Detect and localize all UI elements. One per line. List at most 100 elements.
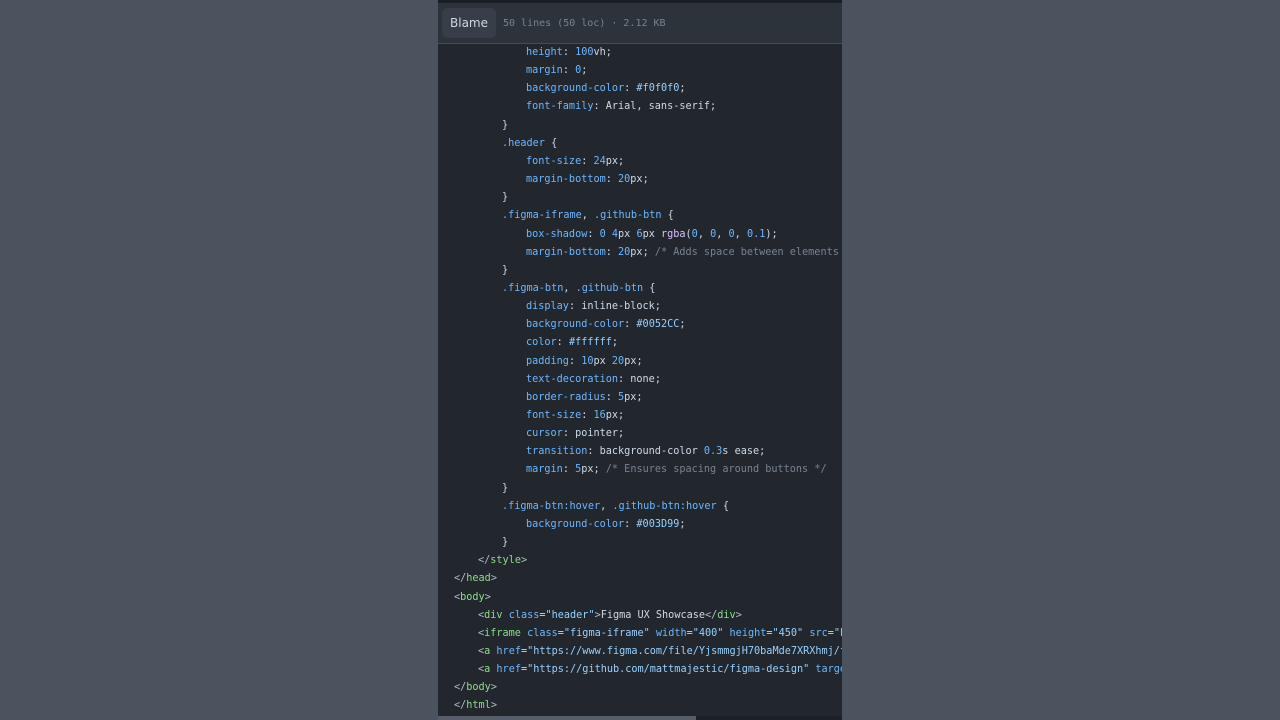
- code-token-plain: }: [502, 264, 509, 276]
- code-token-property: cursor: [526, 428, 563, 440]
- code-token-property: color: [526, 337, 557, 349]
- code-token-string: #003D99: [636, 518, 680, 530]
- code-token-punctuation: >: [520, 555, 528, 567]
- code-token-property: background-color: [526, 319, 625, 331]
- code-token-property: display: [526, 301, 569, 313]
- code-line: }: [502, 117, 508, 135]
- code-token-plain: ;: [679, 518, 686, 530]
- code-token-attribute: target: [815, 664, 842, 676]
- code-token-plain: );: [765, 228, 778, 240]
- code-token-plain: : background-color: [587, 446, 704, 458]
- code-area[interactable]: height: 100vh; margin: 0; background-color…: [438, 44, 842, 716]
- code-token-plain: :: [624, 83, 637, 95]
- code-line: background-color: #003D99;: [526, 516, 686, 534]
- code-token-string: #0052CC: [636, 319, 680, 331]
- code-token-plain: ,: [716, 228, 729, 240]
- code-line: height: 100vh;: [526, 44, 612, 62]
- code-token-property: font-family: [526, 101, 594, 113]
- code-token-attribute: height: [729, 627, 767, 639]
- code-token-tag: style: [490, 555, 521, 567]
- code-token-plain: :: [587, 228, 600, 240]
- code-token-selector: .header: [502, 137, 545, 149]
- code-token-selector: .github-btn:hover: [612, 500, 717, 512]
- code-line: </style>: [478, 552, 527, 570]
- code-line: }: [502, 480, 508, 498]
- code-token-plain: ,: [697, 228, 711, 240]
- code-token-attribute: width: [655, 627, 687, 639]
- code-token-attribute: class: [527, 627, 558, 639]
- code-token-tag: body: [460, 591, 485, 603]
- code-token-string: "figma-iframe": [563, 627, 650, 639]
- code-token-property: height: [526, 47, 563, 58]
- code-token-property: margin: [526, 464, 563, 476]
- code-line: cursor: pointer;: [526, 425, 624, 443]
- code-token-plain: :: [581, 155, 594, 167]
- code-viewer: Blame 50 lines (50 loc) · 2.12 KB height…: [438, 0, 842, 720]
- code-line: margin: 0;: [526, 62, 587, 80]
- code-token-comment: /* Adds space between elements *: [654, 246, 842, 258]
- code-token-plain: ,: [734, 228, 747, 240]
- code-token-plain: }: [502, 537, 509, 549]
- code-token-tag: div: [484, 609, 503, 621]
- code-token-plain: ;: [679, 83, 686, 95]
- code-token-plain: :: [624, 518, 637, 530]
- code-token-string: "https://github.com/mattmajestic/figma-d…: [527, 664, 810, 676]
- code-token-plain: px;: [605, 410, 625, 421]
- code-token-plain: ;: [581, 65, 588, 77]
- code-token-punctuation: >: [484, 591, 491, 603]
- code-line: <body>: [454, 589, 491, 607]
- code-token-plain: :: [562, 65, 576, 77]
- code-token-plain: {: [716, 500, 729, 512]
- code-token-number: 0 4: [599, 228, 619, 240]
- code-token-attribute: src: [809, 627, 828, 639]
- code-token-number: 0.1: [746, 228, 766, 240]
- code-line: .figma-btn:hover, .github-btn:hover {: [502, 498, 729, 516]
- scrollbar-thumb[interactable]: [438, 716, 696, 720]
- code-token-punctuation: </: [705, 609, 718, 621]
- code-line: .figma-btn, .github-btn {: [502, 280, 655, 298]
- code-token-plain: {: [544, 137, 558, 149]
- code-token-plain: s ease;: [722, 446, 766, 458]
- code-token-string: #ffffff: [568, 337, 612, 349]
- code-line: }: [502, 262, 508, 280]
- code-token-plain: :: [556, 337, 569, 349]
- code-token-plain: :: [581, 410, 594, 421]
- horizontal-scrollbar[interactable]: [438, 716, 842, 720]
- code-line: <a href="https://www.figma.com/file/Yjsm…: [478, 643, 842, 661]
- code-token-plain: {: [643, 282, 656, 294]
- code-line: }: [502, 189, 508, 207]
- code-token-property: font-size: [526, 410, 582, 421]
- code-token-plain: px;: [581, 464, 606, 476]
- code-token-number: 24: [593, 155, 606, 167]
- code-token-selector: .figma-btn: [502, 282, 564, 294]
- code-token-property: font-size: [526, 155, 582, 167]
- code-token-string: "450": [772, 627, 804, 639]
- code-line: background-color: #f0f0f0;: [526, 80, 686, 98]
- code-line: border-radius: 5px;: [526, 389, 643, 407]
- code-token-tag: div: [717, 609, 736, 621]
- code-line: padding: 10px 20px;: [526, 353, 643, 371]
- code-token-property: background-color: [526, 518, 625, 530]
- code-token-number: 16: [593, 410, 606, 421]
- code-token-plain: }: [502, 119, 509, 131]
- code-token-plain: px: [618, 228, 637, 240]
- code-line: <div class="header">Figma UX Showcase</d…: [478, 607, 742, 625]
- code-line: }: [502, 534, 508, 552]
- code-line: color: #ffffff;: [526, 334, 618, 352]
- code-token-plain: }: [502, 192, 509, 204]
- code-line: </body>: [454, 679, 497, 697]
- code-token-plain: px: [593, 355, 612, 367]
- code-token-property: margin-bottom: [526, 246, 606, 258]
- code-line: font-family: Arial, sans-serif;: [526, 98, 716, 116]
- code-token-plain: px;: [624, 355, 643, 367]
- file-header: Blame 50 lines (50 loc) · 2.12 KB: [438, 3, 842, 44]
- code-line: transition: background-color 0.3s ease;: [526, 443, 765, 461]
- code-token-number: 20: [618, 246, 631, 258]
- code-token-selector: .figma-iframe: [502, 210, 582, 222]
- code-token-string: "400": [692, 627, 724, 639]
- blame-button[interactable]: Blame: [442, 8, 496, 38]
- code-token-tag: iframe: [484, 627, 521, 639]
- code-token-plain: Figma UX Showcase: [600, 609, 705, 621]
- code-token-string: "ht: [833, 627, 842, 639]
- code-line: margin-bottom: 20px;: [526, 171, 649, 189]
